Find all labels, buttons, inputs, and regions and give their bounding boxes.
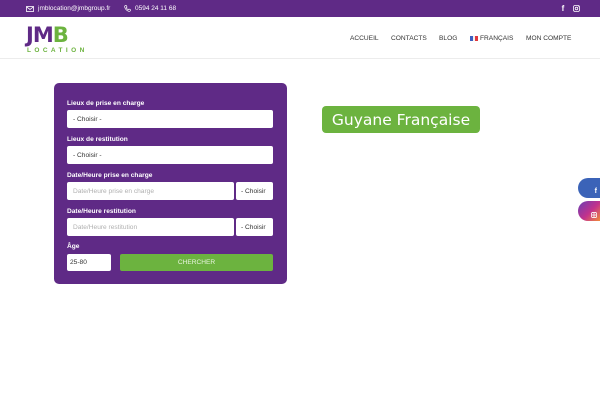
nav-item-language[interactable]: FRANÇAIS <box>470 17 513 59</box>
pickup-location-select[interactable]: - Choisir - <box>67 110 273 128</box>
top-bar: jmblocation@jmbgroup.fr 0594 24 11 68 f <box>0 0 600 17</box>
nav-item-accueil[interactable]: ACCUEIL <box>350 17 379 59</box>
contact-email[interactable]: jmblocation@jmbgroup.fr <box>26 0 110 17</box>
age-select[interactable]: 25-80 <box>67 254 111 271</box>
nav-item-blog[interactable]: BLOG <box>439 17 457 59</box>
search-button[interactable]: CHERCHER <box>120 254 273 271</box>
return-date-input[interactable]: Date/Heure restitution <box>67 218 234 236</box>
return-time-select[interactable]: - Choisir <box>236 218 273 236</box>
return-location-select[interactable]: - Choisir - <box>67 146 273 164</box>
nav-item-contacts[interactable]: CONTACTS <box>391 17 427 59</box>
pickup-location-label: Lieux de prise en charge <box>67 100 145 107</box>
language-label: FRANÇAIS <box>480 34 514 42</box>
pickup-time-select[interactable]: - Choisir <box>236 182 273 200</box>
contact-phone[interactable]: 0594 24 11 68 <box>124 0 176 17</box>
phone-icon <box>124 5 131 12</box>
age-label: Âge <box>67 243 80 250</box>
site-logo[interactable]: JMB LOCATION <box>26 24 92 56</box>
facebook-icon: f <box>561 3 565 13</box>
pickup-date-input[interactable]: Date/Heure prise en charge <box>67 182 234 200</box>
region-banner: Guyane Française <box>322 106 480 133</box>
instagram-link[interactable] <box>571 3 581 13</box>
instagram-icon <box>572 4 580 12</box>
french-flag-icon <box>470 35 479 41</box>
facebook-icon: f <box>594 187 597 195</box>
envelope-icon <box>26 5 34 12</box>
floating-facebook-button[interactable]: f <box>578 178 600 198</box>
contact-phone-text: 0594 24 11 68 <box>135 5 177 12</box>
nav-item-mon-compte[interactable]: MON COMPTE <box>526 17 571 59</box>
pickup-datetime-label: Date/Heure prise en charge <box>67 172 153 179</box>
return-location-label: Lieux de restitution <box>67 136 128 143</box>
instagram-icon <box>591 205 597 223</box>
floating-instagram-button[interactable] <box>578 201 600 221</box>
logo-subtitle: LOCATION <box>27 47 88 54</box>
contact-email-text: jmblocation@jmbgroup.fr <box>38 5 111 12</box>
return-datetime-label: Date/Heure restitution <box>67 208 136 215</box>
logo-wordmark: JMB <box>26 23 69 47</box>
facebook-link[interactable]: f <box>558 3 568 13</box>
